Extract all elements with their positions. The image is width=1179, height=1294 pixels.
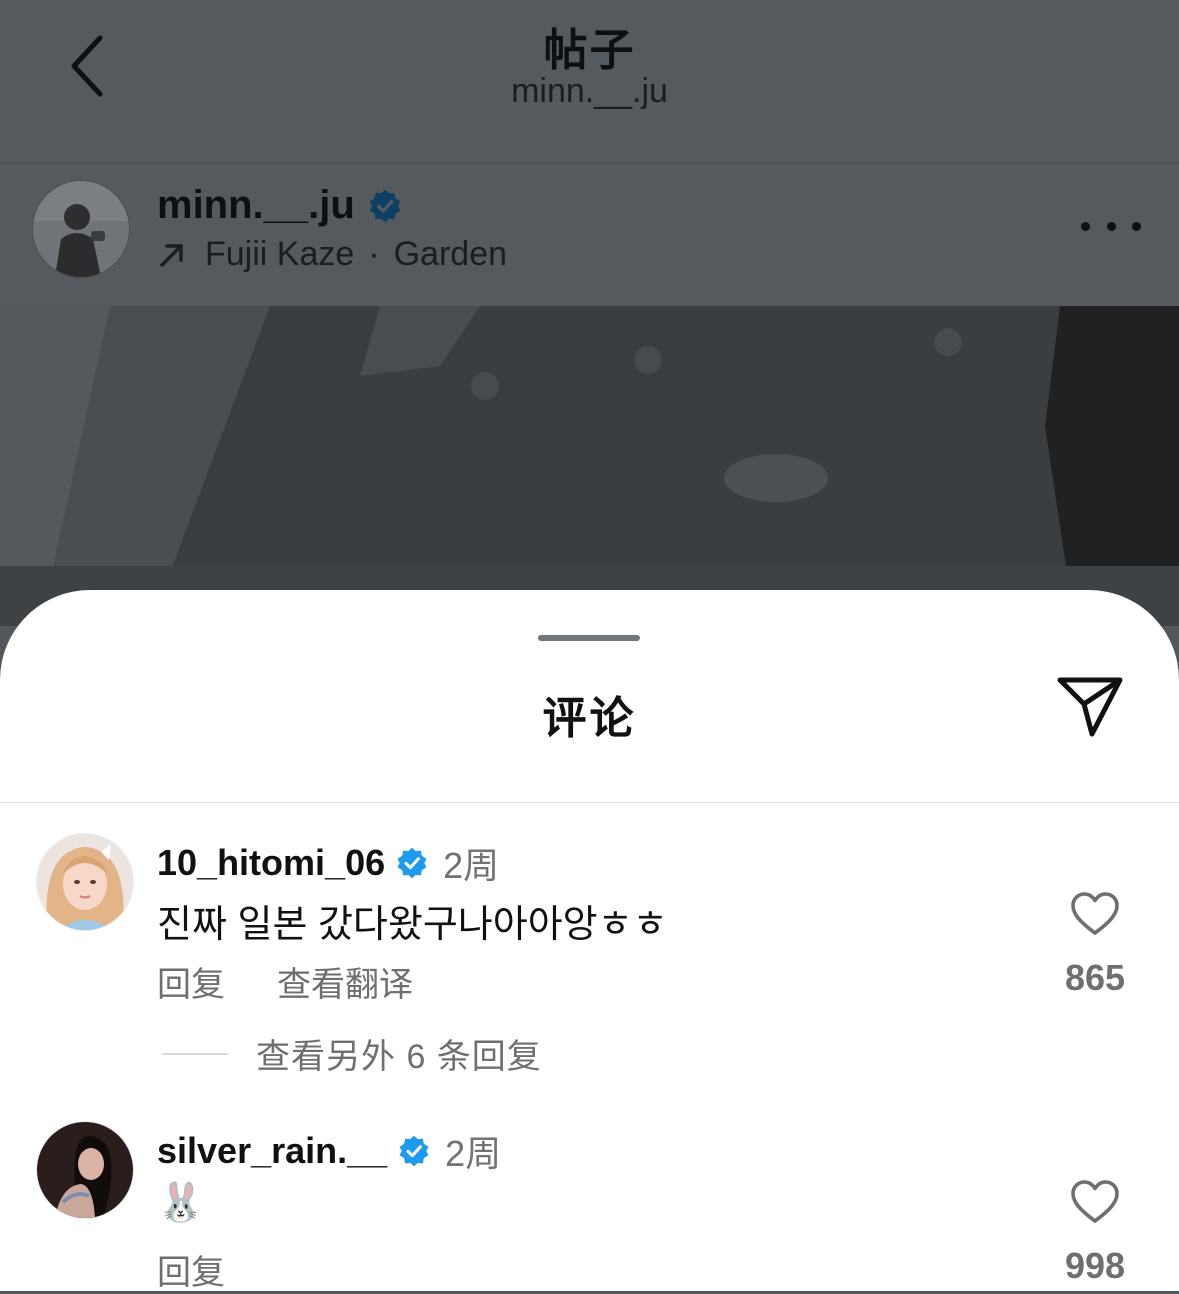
music-track: Garden <box>393 235 508 273</box>
comment-header: silver_rain.__ 2周 <box>157 1125 501 1177</box>
post-image <box>0 306 1179 626</box>
share-button[interactable] <box>1054 674 1126 740</box>
comments-title: 评论 <box>542 694 637 743</box>
post-header: minn.__.ju Fujii Kaze · Garden <box>0 163 1179 306</box>
reply-button[interactable]: 回复 <box>157 957 225 1006</box>
commenter-username[interactable]: silver_rain.__ <box>157 1130 387 1172</box>
verified-badge-icon <box>399 1135 429 1167</box>
comment-like: 998 <box>1062 1179 1128 1287</box>
dot <box>1106 221 1116 231</box>
commenter-avatar[interactable] <box>36 1121 134 1219</box>
comment-like: 865 <box>1062 891 1128 999</box>
comment-actions: 回复 <box>157 1245 225 1294</box>
sheet-grabber[interactable] <box>538 635 640 641</box>
comment-timestamp: 2周 <box>443 845 500 886</box>
commenter-username[interactable]: 10_hitomi_06 <box>157 842 385 884</box>
avatar-photo <box>37 1122 133 1218</box>
music-artist: Fujii Kaze <box>205 235 355 273</box>
comment-text: 진짜 일본 갔다왔구나아아앙ㅎㅎ <box>157 904 668 946</box>
avatar-photo <box>33 181 129 277</box>
replies-divider-line <box>162 1052 228 1055</box>
verified-badge-icon <box>369 189 401 222</box>
send-icon <box>1057 677 1123 737</box>
page-title: 帖子 <box>543 26 636 75</box>
comment-text: 🐰 <box>157 1182 205 1224</box>
top-navigation-bar: 帖子 minn.__.ju <box>0 0 1179 163</box>
arrow-up-right-icon <box>157 240 187 270</box>
heart-icon[interactable] <box>1070 1179 1120 1225</box>
post-author-row: minn.__.ju <box>157 183 403 228</box>
comment-actions: 回复 查看翻译 <box>157 957 413 1006</box>
more-options-button[interactable] <box>1081 211 1141 241</box>
view-more-replies-label: 查看另外 6 条回复 <box>256 1038 542 1076</box>
see-translation-button[interactable]: 查看翻译 <box>277 957 413 1006</box>
heart-icon[interactable] <box>1070 891 1120 937</box>
page-subtitle: minn.__.ju <box>511 72 668 110</box>
music-separator: · <box>368 235 380 273</box>
reply-button[interactable]: 回复 <box>157 1245 225 1294</box>
commenter-avatar[interactable] <box>36 833 134 931</box>
avatar-photo <box>37 834 133 930</box>
sheet-divider <box>0 802 1179 803</box>
verified-badge-icon <box>397 847 427 879</box>
post-author-avatar[interactable] <box>32 180 130 278</box>
like-count: 865 <box>1064 957 1126 998</box>
dot <box>1132 221 1141 231</box>
view-more-replies-button[interactable]: 查看另外 6 条回复 <box>162 1029 542 1078</box>
music-attribution[interactable]: Fujii Kaze · Garden <box>157 235 507 274</box>
dot <box>1081 221 1090 231</box>
comments-sheet: 评论 10_hitomi_06 2周 진짜 일본 갔다왔구나아아앙ㅎㅎ 回复 查… <box>0 590 1179 1294</box>
comment-header: 10_hitomi_06 2周 <box>157 837 499 889</box>
like-count: 998 <box>1064 1245 1126 1286</box>
comment-timestamp: 2周 <box>445 1133 502 1174</box>
street-photo <box>0 306 1179 626</box>
post-author-username[interactable]: minn.__.ju <box>157 183 355 228</box>
